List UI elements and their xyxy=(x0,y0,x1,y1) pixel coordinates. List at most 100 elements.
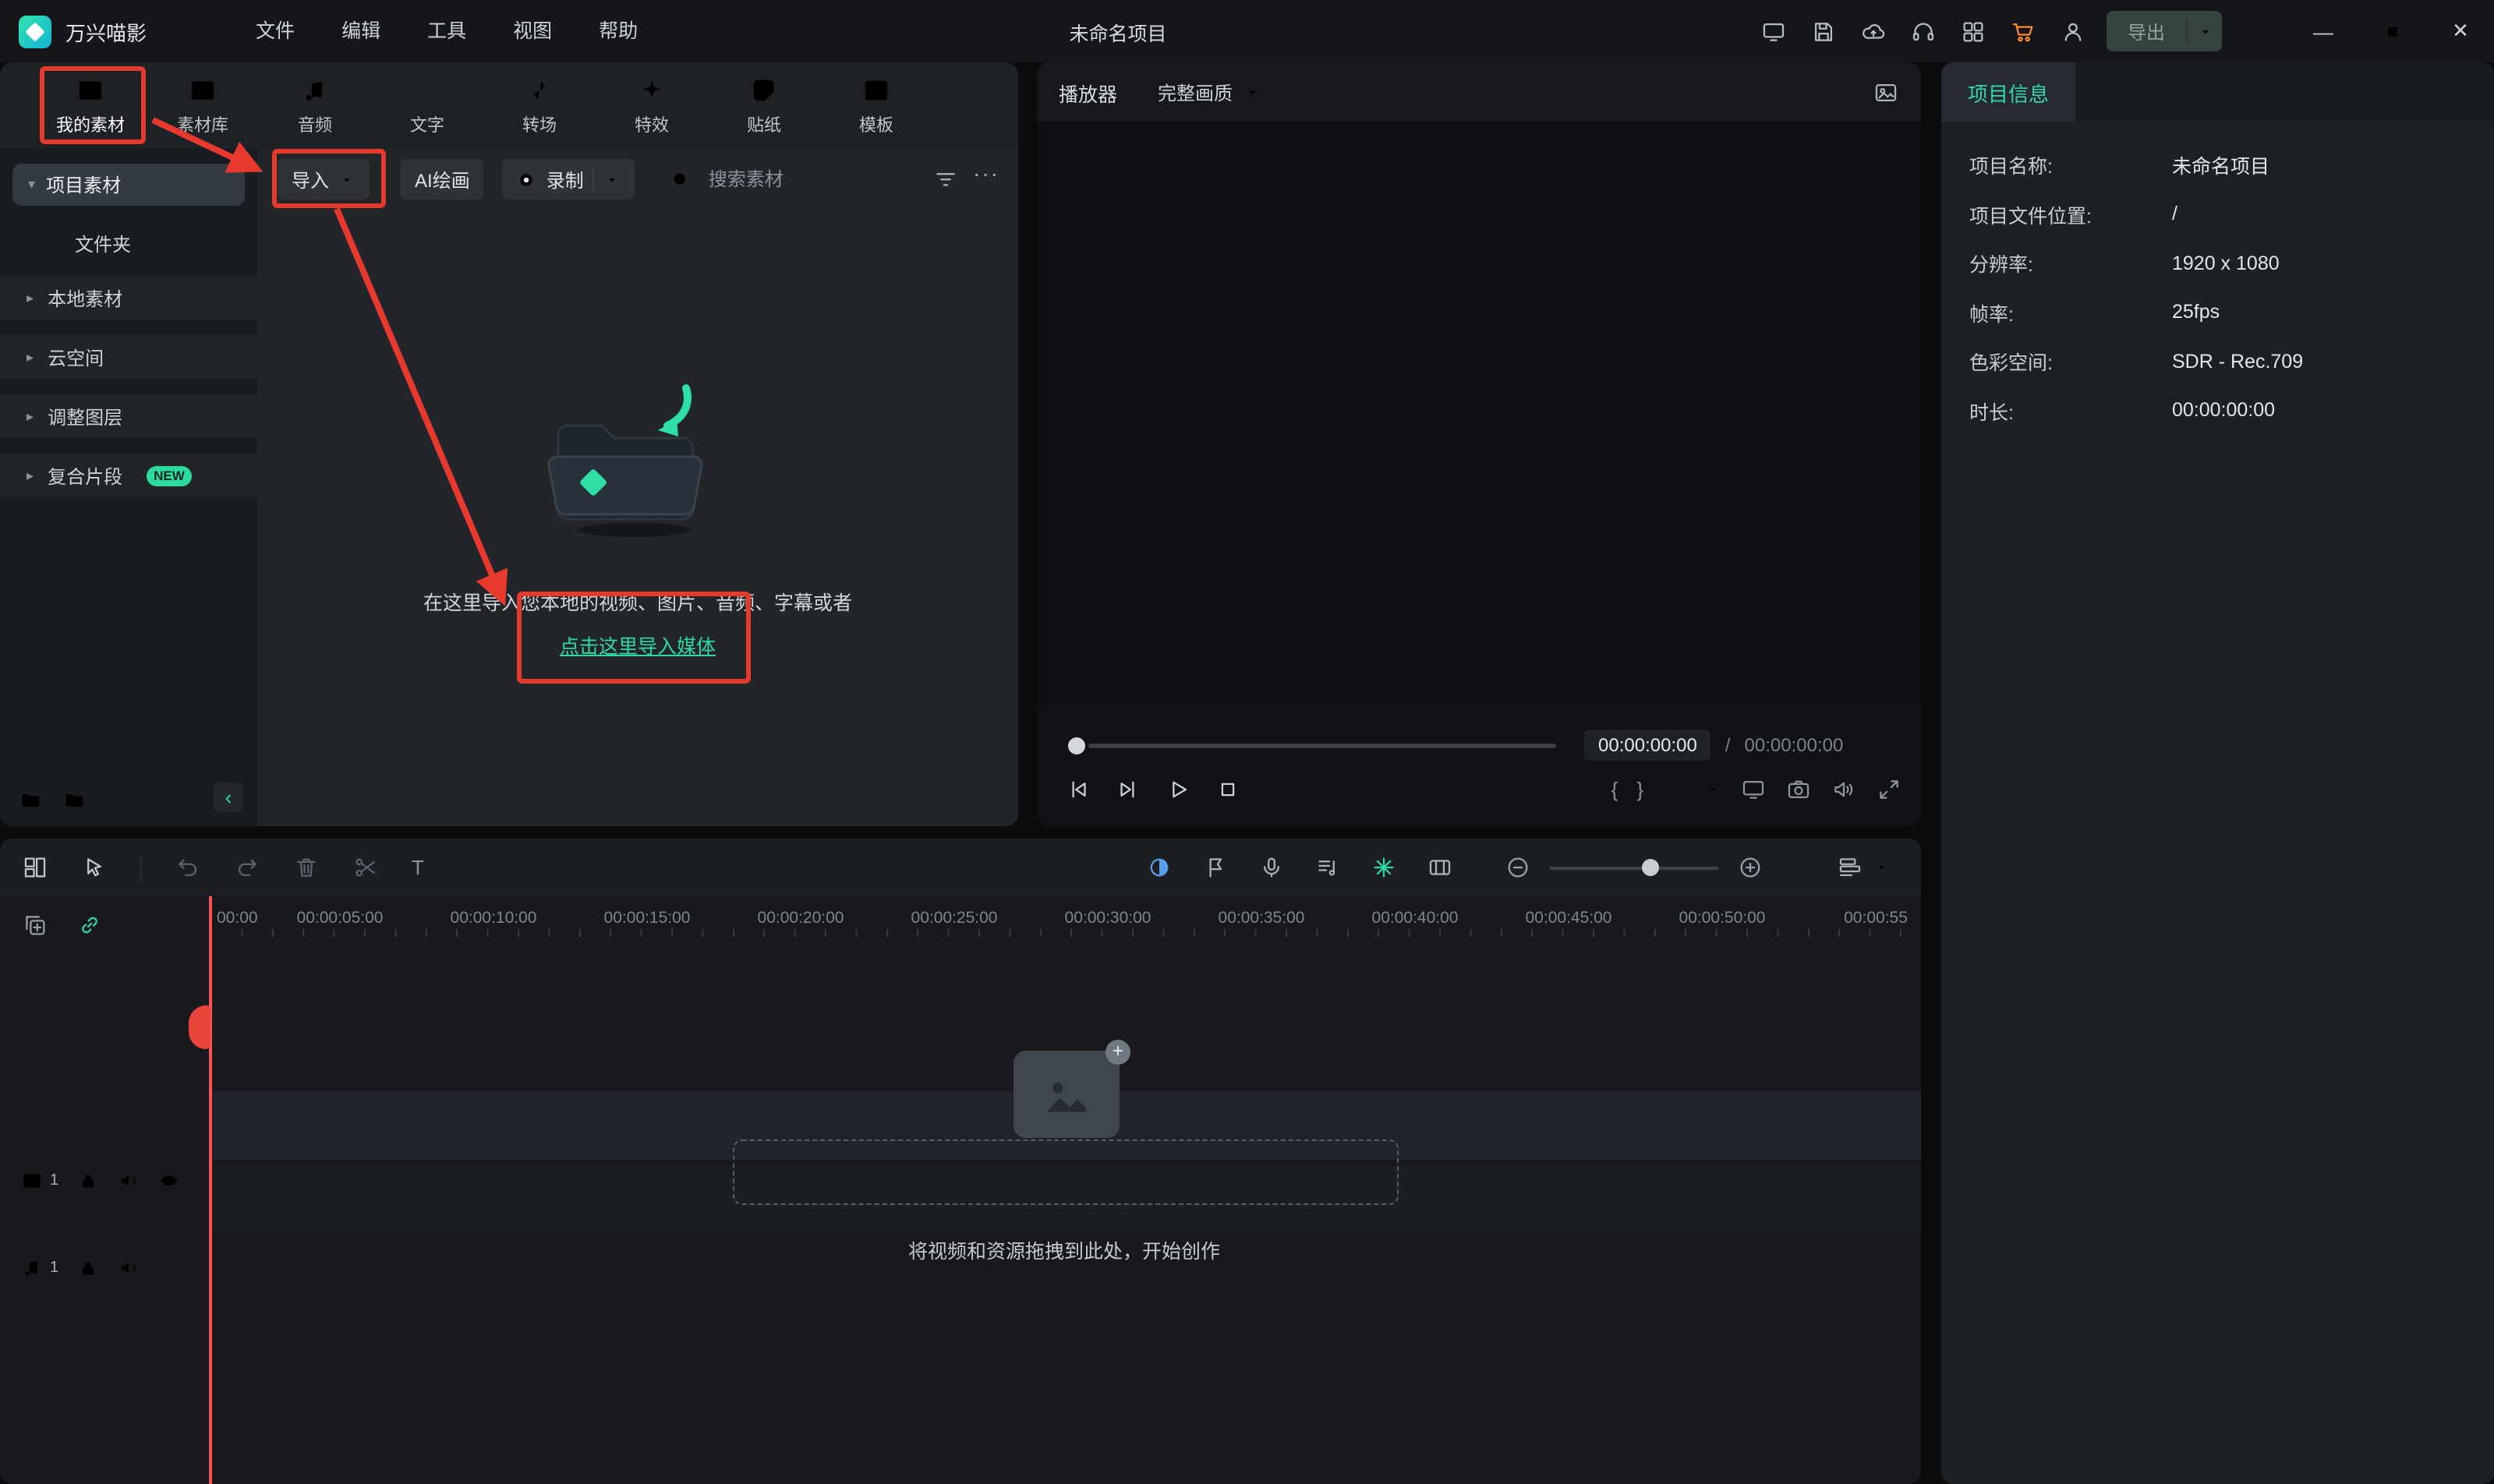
seek-handle[interactable] xyxy=(1068,737,1085,754)
tab-templates[interactable]: 模板 xyxy=(820,62,932,148)
info-row-colorspace: 色彩空间: SDR - Rec.709 xyxy=(1969,350,2304,375)
menu-help[interactable]: 帮助 xyxy=(575,0,661,62)
mark-out-button[interactable]: } xyxy=(1636,777,1643,800)
ai-paint-button[interactable]: AI绘画 xyxy=(401,159,484,200)
tab-my-media[interactable]: 我的素材 xyxy=(34,62,147,148)
next-frame-icon[interactable] xyxy=(1115,776,1141,802)
import-media-link[interactable]: 点击这里导入媒体 xyxy=(560,630,716,659)
add-clip-icon[interactable] xyxy=(22,912,48,938)
filter-icon[interactable] xyxy=(932,167,959,193)
tab-text[interactable]: 文字 xyxy=(371,62,483,148)
transition-icon xyxy=(524,74,555,105)
menu-tools[interactable]: 工具 xyxy=(404,0,490,62)
select-tool-icon[interactable] xyxy=(81,854,108,881)
undo-icon[interactable] xyxy=(175,854,201,881)
zoom-in-icon[interactable] xyxy=(1737,854,1763,881)
maximize-button[interactable] xyxy=(2358,0,2426,62)
redo-icon[interactable] xyxy=(234,854,260,881)
save-project-icon[interactable] xyxy=(1810,18,1837,44)
sidebar-item-compound-clip[interactable]: ▸ 复合片段 NEW xyxy=(0,454,257,497)
media-content: 导入 AI绘画 录制 ··· xyxy=(257,148,1018,826)
volume-icon[interactable] xyxy=(1831,776,1857,802)
zoom-out-icon[interactable] xyxy=(1505,854,1531,881)
media-search xyxy=(670,167,899,192)
tab-project-info[interactable]: 项目信息 xyxy=(1941,62,2075,122)
link-clips-icon[interactable] xyxy=(76,912,103,938)
seek-track[interactable] xyxy=(1088,743,1556,747)
minimize-button[interactable]: — xyxy=(2289,0,2358,62)
new-folder-icon[interactable] xyxy=(19,789,42,812)
clip-thumbnail-icon[interactable] xyxy=(1427,854,1453,881)
play-icon[interactable] xyxy=(1165,776,1191,802)
mark-in-button[interactable]: { xyxy=(1611,777,1618,800)
track-manager-chevron-icon[interactable] xyxy=(1873,859,1890,876)
cloud-upload-icon[interactable] xyxy=(1860,18,1887,44)
mute-track-icon[interactable] xyxy=(116,1256,140,1279)
tab-transition[interactable]: 转场 xyxy=(483,62,596,148)
preview-aspect-icon[interactable] xyxy=(1873,79,1899,105)
text-tool-button[interactable]: T xyxy=(412,856,424,879)
account-icon[interactable] xyxy=(2060,18,2086,44)
zoom-slider[interactable] xyxy=(1550,859,1718,876)
playhead-handle[interactable] xyxy=(189,1005,210,1049)
search-input[interactable] xyxy=(705,167,899,192)
second-display-icon[interactable] xyxy=(1740,776,1767,802)
record-button[interactable]: 录制 xyxy=(502,159,635,200)
track-manager-icon[interactable] xyxy=(1837,854,1863,881)
export-button[interactable]: 导出 xyxy=(2107,11,2222,51)
placeholder-image-icon xyxy=(1046,1082,1087,1112)
lock-track-icon[interactable] xyxy=(76,1256,99,1279)
zoom-slider-handle[interactable] xyxy=(1642,859,1660,876)
tab-effects[interactable]: 特效 xyxy=(596,62,708,148)
keyframe-icon[interactable] xyxy=(1371,854,1397,881)
lock-track-icon[interactable] xyxy=(76,1168,99,1192)
caret-right-icon: ▸ xyxy=(27,408,34,423)
close-button[interactable]: ✕ xyxy=(2426,0,2494,62)
tab-stock-media[interactable]: 素材库 xyxy=(147,62,259,148)
sidebar-item-adjustment-layer[interactable]: ▸ 调整图层 xyxy=(0,394,257,438)
delete-icon[interactable] xyxy=(293,854,320,881)
cart-icon[interactable] xyxy=(2010,18,2036,44)
video-track-header: 1 xyxy=(0,1158,231,1202)
voiceover-mic-icon[interactable] xyxy=(1258,854,1285,881)
sidebar-item-cloud-space[interactable]: ▸ 云空间 xyxy=(0,335,257,379)
timeline-drop-hint: 将视频和资源拖拽到此处，开始创作 xyxy=(907,1241,1220,1263)
render-range-chevron-icon[interactable] xyxy=(1704,780,1721,797)
collapse-sidebar-button[interactable]: ‹ xyxy=(214,783,243,812)
import-hint-text: 在这里导入您本地的视频、图片、音频、字幕或者 xyxy=(423,592,852,614)
split-scissors-icon[interactable] xyxy=(352,854,379,881)
menu-view[interactable]: 视图 xyxy=(490,0,575,62)
menu-file[interactable]: 文件 xyxy=(232,0,318,62)
hide-track-icon[interactable] xyxy=(157,1168,180,1192)
sidebar-item-folder[interactable]: 文件夹 xyxy=(0,229,257,260)
quality-dropdown[interactable]: 完整画质 xyxy=(1158,79,1261,105)
tab-audio[interactable]: 音频 xyxy=(259,62,371,148)
previous-frame-icon[interactable] xyxy=(1065,776,1091,802)
sidebar-item-project-media[interactable]: ▾ 项目素材 xyxy=(12,164,245,206)
display-mode-icon[interactable] xyxy=(1760,18,1787,44)
delete-folder-icon[interactable] xyxy=(62,789,86,812)
audio-mixer-icon[interactable] xyxy=(1314,854,1341,881)
apps-grid-icon[interactable] xyxy=(1960,18,1986,44)
mute-track-icon[interactable] xyxy=(116,1168,140,1192)
menu-edit[interactable]: 编辑 xyxy=(318,0,404,62)
add-media-badge[interactable]: + xyxy=(1105,1040,1130,1065)
timeline-dropzone[interactable] xyxy=(733,1140,1399,1205)
stop-icon[interactable] xyxy=(1215,776,1241,802)
sidebar-item-local-media[interactable]: ▸ 本地素材 xyxy=(0,276,257,320)
timeline-ruler[interactable]: 00:00 00:00:05:00 00:00:10:00 00:00:15:0… xyxy=(0,896,1921,943)
more-options-button[interactable]: ··· xyxy=(973,161,999,186)
playhead[interactable] xyxy=(209,896,212,1484)
import-button[interactable]: 导入 xyxy=(278,159,370,200)
marker-icon[interactable] xyxy=(1202,854,1229,881)
snapshot-camera-icon[interactable] xyxy=(1785,776,1812,802)
track-layout-icon[interactable] xyxy=(22,854,48,881)
render-range-icon[interactable] xyxy=(1662,777,1686,800)
text-icon xyxy=(412,74,443,105)
support-headset-icon[interactable] xyxy=(1910,18,1937,44)
media-tabstrip: 我的素材 素材库 音频 文字 转场 特效 贴纸 模板 xyxy=(0,62,1018,148)
export-label: 导出 xyxy=(2127,21,2165,43)
fullscreen-icon[interactable] xyxy=(1876,776,1902,802)
tab-stickers[interactable]: 贴纸 xyxy=(708,62,820,148)
render-preview-icon[interactable] xyxy=(1146,854,1173,881)
